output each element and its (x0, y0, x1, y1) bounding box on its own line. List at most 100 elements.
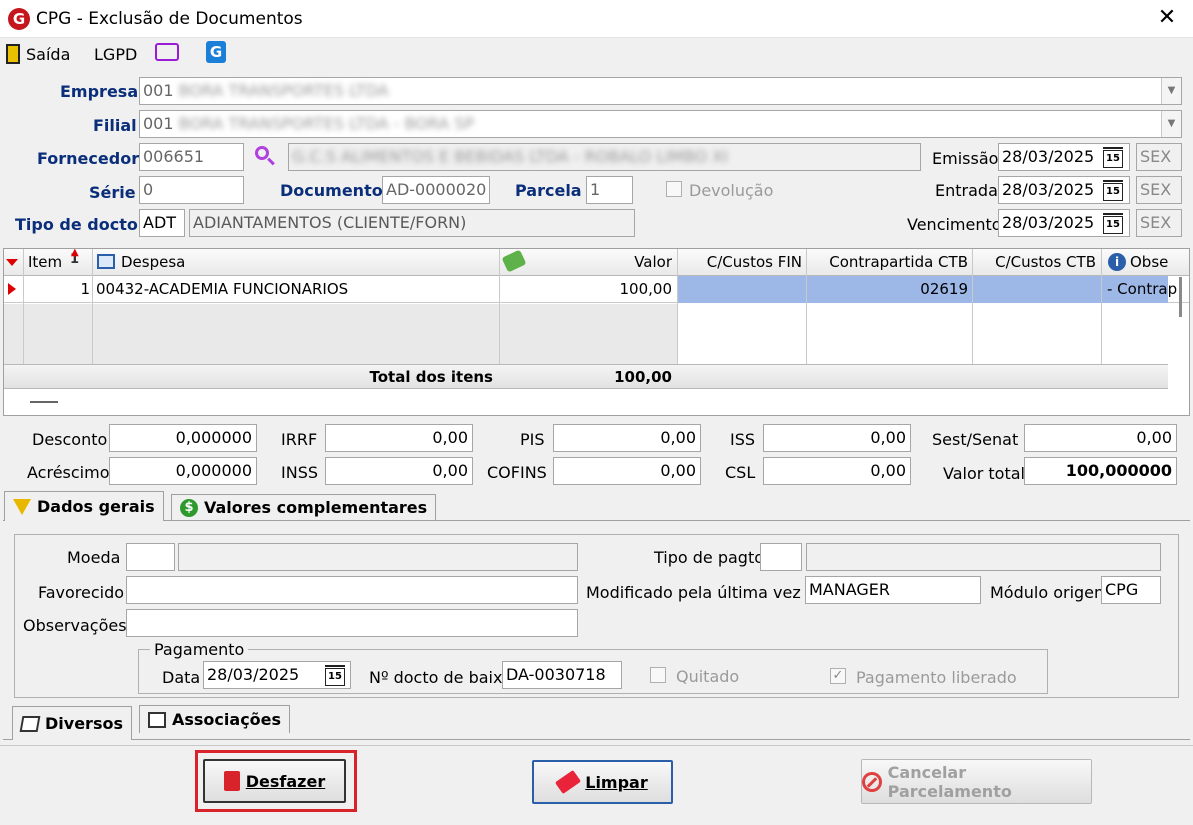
iss-field[interactable]: 0,00 (763, 424, 911, 452)
calendar-icon[interactable]: 15 (1103, 147, 1123, 168)
pagamento-liberado-checkbox[interactable]: ✓ (830, 668, 846, 684)
calendar-icon[interactable]: 15 (325, 665, 345, 686)
observacoes-field[interactable] (126, 609, 578, 637)
col-obs[interactable]: Obse (1130, 249, 1168, 275)
devolucao-label: Devolução (689, 181, 774, 200)
calendar-icon[interactable]: 15 (1103, 180, 1123, 201)
cell-contrapartida: 02619 (920, 280, 968, 298)
calendar-icon[interactable]: 15 (1103, 213, 1123, 234)
documento-label: Documento (280, 181, 383, 200)
tab-diversos[interactable]: Diversos (12, 706, 132, 740)
desconto-field[interactable]: 0,000000 (109, 424, 257, 452)
pagamento-liberado-label: Pagamento liberado (856, 668, 1017, 687)
inss-label: INSS (281, 463, 318, 482)
total-label: Total dos itens (369, 368, 494, 386)
moeda-label: Moeda (67, 548, 121, 567)
lower-tab-line (3, 739, 1190, 740)
serie-label: Série (89, 183, 136, 202)
lgpd-button[interactable]: LGPD (94, 45, 137, 64)
inss-field[interactable]: 0,00 (325, 457, 473, 485)
col-despesa[interactable]: Despesa (121, 249, 185, 275)
moeda-code-field[interactable] (126, 543, 175, 571)
tipo-pagto-code-field[interactable] (760, 543, 802, 571)
devolucao-checkbox[interactable] (666, 181, 682, 197)
quitado-checkbox[interactable] (650, 667, 666, 683)
emissao-dow-field: SEX (1136, 143, 1182, 171)
col-item[interactable]: Item (28, 249, 62, 275)
acrescimo-label: Acréscimo (27, 463, 110, 482)
sest-senat-field[interactable]: 0,00 (1024, 424, 1177, 452)
empty-rows (4, 304, 677, 364)
irrf-field[interactable]: 0,00 (325, 424, 473, 452)
col-contrapartida[interactable]: Contrapartida CTB (810, 249, 968, 275)
tab-dados-gerais-label: Dados gerais (37, 497, 155, 516)
limpar-label: Limpar (585, 772, 648, 792)
tab-dados-gerais[interactable]: Dados gerais (4, 491, 164, 521)
baixa-label: Nº docto de baixa (369, 668, 513, 687)
cancelar-parcelamento-button[interactable]: Cancelar Parcelamento (861, 759, 1092, 804)
search-icon[interactable] (254, 145, 276, 167)
tab-strip-line (3, 520, 1190, 521)
csl-field[interactable]: 0,00 (763, 457, 911, 485)
associacoes-icon (148, 711, 166, 728)
cell-obs: - Contrap (1107, 280, 1178, 298)
tipo-docto-label: Tipo de docto (15, 215, 138, 234)
filial-label: Filial (93, 116, 137, 135)
empresa-select[interactable]: 001 BORA TRANSPORTES LTDA ▼ (139, 77, 1182, 105)
title-bar: G CPG - Exclusão de Documentos ✕ (0, 0, 1193, 38)
col-valor[interactable]: Valor (604, 249, 672, 275)
despesa-icon (97, 254, 115, 269)
total-row: Total dos itens 100,00 (4, 364, 1168, 389)
pis-field[interactable]: 0,00 (553, 424, 701, 452)
table-row[interactable]: 1 00432-ACADEMIA FUNCIONARIOS 100,00 026… (4, 276, 1189, 303)
tab-associacoes-label: Associações (172, 710, 282, 729)
iss-label: ISS (730, 430, 756, 449)
modulo-origem-field: CPG (1101, 576, 1161, 604)
eraser-icon (555, 769, 582, 795)
chevron-down-icon[interactable]: ▼ (1161, 111, 1181, 137)
items-grid[interactable]: Item 1 ▲ Despesa Valor C/Custos FIN Contr… (3, 248, 1190, 416)
filial-select[interactable]: 001 BORA TRANSPORTES LTDA - BORA SP ▼ (139, 110, 1182, 138)
col-ccfin[interactable]: C/Custos FIN (680, 249, 802, 275)
bottom-divider (0, 745, 1193, 746)
observacoes-label: Observações (23, 616, 127, 635)
fornecedor-name: G.C.S ALIMENTOS E BEBIDAS LTDA - ROBALO … (292, 147, 728, 166)
tab-associacoes[interactable]: Associações (139, 705, 291, 733)
limpar-button[interactable]: Limpar (532, 760, 673, 804)
pis-label: PIS (520, 430, 545, 449)
resize-handle[interactable] (30, 401, 58, 403)
empresa-code: 001 (143, 81, 174, 100)
parcela-field[interactable]: 1 (586, 176, 633, 204)
acrescimo-field[interactable]: 0,000000 (109, 457, 257, 485)
scrollbar-thumb[interactable] (1179, 277, 1182, 317)
total-value: 100,00 (614, 368, 672, 386)
fornecedor-code-field[interactable]: 006651 (139, 143, 244, 171)
favorecido-field[interactable] (126, 576, 578, 604)
baixa-field: DA-0030718 (502, 661, 622, 689)
parcela-label: Parcela (515, 181, 582, 200)
entrada-label: Entrada (935, 181, 998, 200)
row-indicator-icon (8, 283, 16, 295)
data-label: Data (162, 668, 201, 687)
cofins-field[interactable]: 0,00 (553, 457, 701, 485)
entrada-dow-field: SEX (1136, 176, 1182, 204)
valor-total-field: 100,000000 (1024, 457, 1177, 485)
exit-label: Saída (26, 44, 71, 64)
tab-valores-complementares[interactable]: $ Valores complementares (171, 494, 437, 520)
monitor-icon[interactable] (155, 43, 179, 61)
documento-field[interactable]: AD-0000020 (382, 176, 490, 204)
exit-button[interactable]: Saída (6, 42, 70, 66)
close-icon[interactable]: ✕ (1154, 4, 1180, 32)
serie-field[interactable]: 0 (139, 176, 244, 204)
filial-code: 001 (143, 114, 174, 133)
pencil-icon (19, 715, 41, 732)
app-logo-icon: G (8, 8, 30, 30)
col-ccctb[interactable]: C/Custos CTB (976, 249, 1096, 275)
tipo-docto-code-field[interactable]: ADT (139, 209, 185, 237)
chevron-down-icon[interactable]: ▼ (1161, 78, 1181, 104)
modificado-label: Modificado pela última vez por (586, 583, 833, 602)
window-title: CPG - Exclusão de Documentos (36, 9, 303, 29)
desfazer-button[interactable]: Desfazer (203, 759, 346, 803)
desconto-label: Desconto (32, 430, 108, 449)
g-app-icon[interactable]: G (206, 41, 226, 63)
